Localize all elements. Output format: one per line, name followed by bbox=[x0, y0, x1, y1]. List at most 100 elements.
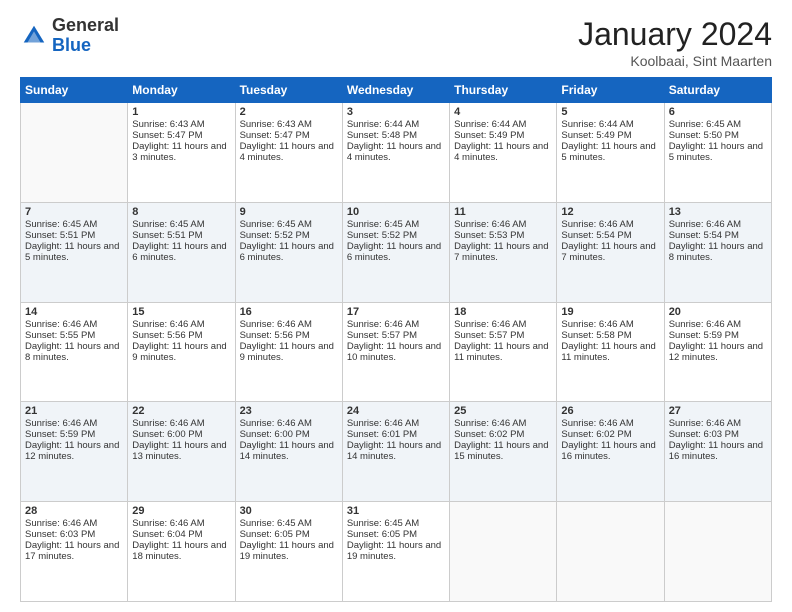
day-number: 5 bbox=[561, 106, 659, 118]
logo-icon bbox=[20, 22, 48, 50]
day-number: 23 bbox=[240, 405, 338, 417]
sunset-text: Sunset: 5:47 PM bbox=[240, 130, 338, 141]
sunset-text: Sunset: 6:03 PM bbox=[25, 529, 123, 540]
sunset-text: Sunset: 5:47 PM bbox=[132, 130, 230, 141]
table-cell: 28Sunrise: 6:46 AMSunset: 6:03 PMDayligh… bbox=[21, 502, 128, 602]
daylight-text: Daylight: 11 hours and 5 minutes. bbox=[561, 141, 659, 163]
table-cell: 1Sunrise: 6:43 AMSunset: 5:47 PMDaylight… bbox=[128, 103, 235, 203]
table-cell: 13Sunrise: 6:46 AMSunset: 5:54 PMDayligh… bbox=[664, 202, 771, 302]
day-number: 13 bbox=[669, 206, 767, 218]
page: General Blue January 2024 Koolbaai, Sint… bbox=[0, 0, 792, 612]
daylight-text: Daylight: 11 hours and 12 minutes. bbox=[669, 341, 767, 363]
table-cell: 17Sunrise: 6:46 AMSunset: 5:57 PMDayligh… bbox=[342, 302, 449, 402]
day-number: 26 bbox=[561, 405, 659, 417]
daylight-text: Daylight: 11 hours and 3 minutes. bbox=[132, 141, 230, 163]
daylight-text: Daylight: 11 hours and 16 minutes. bbox=[669, 440, 767, 462]
week-row-3: 14Sunrise: 6:46 AMSunset: 5:55 PMDayligh… bbox=[21, 302, 772, 402]
header-thursday: Thursday bbox=[450, 78, 557, 103]
table-cell: 30Sunrise: 6:45 AMSunset: 6:05 PMDayligh… bbox=[235, 502, 342, 602]
sunset-text: Sunset: 6:03 PM bbox=[669, 429, 767, 440]
sunrise-text: Sunrise: 6:45 AM bbox=[669, 119, 767, 130]
sunset-text: Sunset: 5:56 PM bbox=[240, 330, 338, 341]
sunset-text: Sunset: 6:05 PM bbox=[347, 529, 445, 540]
sunrise-text: Sunrise: 6:46 AM bbox=[561, 418, 659, 429]
day-number: 19 bbox=[561, 306, 659, 318]
daylight-text: Daylight: 11 hours and 18 minutes. bbox=[132, 540, 230, 562]
daylight-text: Daylight: 11 hours and 11 minutes. bbox=[454, 341, 552, 363]
table-cell: 23Sunrise: 6:46 AMSunset: 6:00 PMDayligh… bbox=[235, 402, 342, 502]
sunrise-text: Sunrise: 6:45 AM bbox=[240, 219, 338, 230]
daylight-text: Daylight: 11 hours and 14 minutes. bbox=[347, 440, 445, 462]
table-cell: 16Sunrise: 6:46 AMSunset: 5:56 PMDayligh… bbox=[235, 302, 342, 402]
sunrise-text: Sunrise: 6:46 AM bbox=[132, 518, 230, 529]
table-cell: 25Sunrise: 6:46 AMSunset: 6:02 PMDayligh… bbox=[450, 402, 557, 502]
sunrise-text: Sunrise: 6:46 AM bbox=[561, 219, 659, 230]
sunrise-text: Sunrise: 6:46 AM bbox=[561, 319, 659, 330]
sunrise-text: Sunrise: 6:46 AM bbox=[25, 418, 123, 429]
sunrise-text: Sunrise: 6:46 AM bbox=[454, 319, 552, 330]
table-cell bbox=[664, 502, 771, 602]
header-sunday: Sunday bbox=[21, 78, 128, 103]
week-row-1: 1Sunrise: 6:43 AMSunset: 5:47 PMDaylight… bbox=[21, 103, 772, 203]
header-saturday: Saturday bbox=[664, 78, 771, 103]
sunrise-text: Sunrise: 6:46 AM bbox=[347, 319, 445, 330]
sunset-text: Sunset: 6:00 PM bbox=[240, 429, 338, 440]
day-number: 4 bbox=[454, 106, 552, 118]
table-cell: 14Sunrise: 6:46 AMSunset: 5:55 PMDayligh… bbox=[21, 302, 128, 402]
week-row-5: 28Sunrise: 6:46 AMSunset: 6:03 PMDayligh… bbox=[21, 502, 772, 602]
table-cell: 10Sunrise: 6:45 AMSunset: 5:52 PMDayligh… bbox=[342, 202, 449, 302]
sunrise-text: Sunrise: 6:45 AM bbox=[132, 219, 230, 230]
sunrise-text: Sunrise: 6:44 AM bbox=[347, 119, 445, 130]
day-number: 9 bbox=[240, 206, 338, 218]
sunrise-text: Sunrise: 6:46 AM bbox=[240, 319, 338, 330]
sunrise-text: Sunrise: 6:46 AM bbox=[347, 418, 445, 429]
daylight-text: Daylight: 11 hours and 6 minutes. bbox=[240, 241, 338, 263]
header-tuesday: Tuesday bbox=[235, 78, 342, 103]
logo-general-label: General bbox=[52, 16, 119, 36]
table-cell: 18Sunrise: 6:46 AMSunset: 5:57 PMDayligh… bbox=[450, 302, 557, 402]
table-cell bbox=[557, 502, 664, 602]
sunset-text: Sunset: 5:54 PM bbox=[669, 230, 767, 241]
day-number: 21 bbox=[25, 405, 123, 417]
daylight-text: Daylight: 11 hours and 8 minutes. bbox=[669, 241, 767, 263]
sunset-text: Sunset: 5:56 PM bbox=[132, 330, 230, 341]
sunset-text: Sunset: 5:48 PM bbox=[347, 130, 445, 141]
day-number: 29 bbox=[132, 505, 230, 517]
day-number: 22 bbox=[132, 405, 230, 417]
sunrise-text: Sunrise: 6:45 AM bbox=[240, 518, 338, 529]
logo-text: General Blue bbox=[52, 16, 119, 56]
table-cell: 21Sunrise: 6:46 AMSunset: 5:59 PMDayligh… bbox=[21, 402, 128, 502]
table-cell: 2Sunrise: 6:43 AMSunset: 5:47 PMDaylight… bbox=[235, 103, 342, 203]
day-number: 25 bbox=[454, 405, 552, 417]
sunrise-text: Sunrise: 6:45 AM bbox=[25, 219, 123, 230]
table-cell: 7Sunrise: 6:45 AMSunset: 5:51 PMDaylight… bbox=[21, 202, 128, 302]
sunset-text: Sunset: 6:02 PM bbox=[454, 429, 552, 440]
week-row-2: 7Sunrise: 6:45 AMSunset: 5:51 PMDaylight… bbox=[21, 202, 772, 302]
table-cell: 20Sunrise: 6:46 AMSunset: 5:59 PMDayligh… bbox=[664, 302, 771, 402]
day-number: 18 bbox=[454, 306, 552, 318]
table-cell: 24Sunrise: 6:46 AMSunset: 6:01 PMDayligh… bbox=[342, 402, 449, 502]
title-block: January 2024 Koolbaai, Sint Maarten bbox=[578, 16, 772, 69]
sunset-text: Sunset: 6:02 PM bbox=[561, 429, 659, 440]
weekday-header-row: Sunday Monday Tuesday Wednesday Thursday… bbox=[21, 78, 772, 103]
sunrise-text: Sunrise: 6:44 AM bbox=[561, 119, 659, 130]
sunset-text: Sunset: 6:04 PM bbox=[132, 529, 230, 540]
sunset-text: Sunset: 5:59 PM bbox=[25, 429, 123, 440]
daylight-text: Daylight: 11 hours and 16 minutes. bbox=[561, 440, 659, 462]
table-cell: 5Sunrise: 6:44 AMSunset: 5:49 PMDaylight… bbox=[557, 103, 664, 203]
day-number: 17 bbox=[347, 306, 445, 318]
table-cell: 4Sunrise: 6:44 AMSunset: 5:49 PMDaylight… bbox=[450, 103, 557, 203]
day-number: 14 bbox=[25, 306, 123, 318]
daylight-text: Daylight: 11 hours and 19 minutes. bbox=[347, 540, 445, 562]
sunset-text: Sunset: 5:59 PM bbox=[669, 330, 767, 341]
daylight-text: Daylight: 11 hours and 14 minutes. bbox=[240, 440, 338, 462]
table-cell: 15Sunrise: 6:46 AMSunset: 5:56 PMDayligh… bbox=[128, 302, 235, 402]
daylight-text: Daylight: 11 hours and 4 minutes. bbox=[347, 141, 445, 163]
sunset-text: Sunset: 5:57 PM bbox=[347, 330, 445, 341]
table-cell: 12Sunrise: 6:46 AMSunset: 5:54 PMDayligh… bbox=[557, 202, 664, 302]
month-title: January 2024 bbox=[578, 16, 772, 53]
day-number: 27 bbox=[669, 405, 767, 417]
daylight-text: Daylight: 11 hours and 7 minutes. bbox=[454, 241, 552, 263]
table-cell: 31Sunrise: 6:45 AMSunset: 6:05 PMDayligh… bbox=[342, 502, 449, 602]
table-cell: 6Sunrise: 6:45 AMSunset: 5:50 PMDaylight… bbox=[664, 103, 771, 203]
